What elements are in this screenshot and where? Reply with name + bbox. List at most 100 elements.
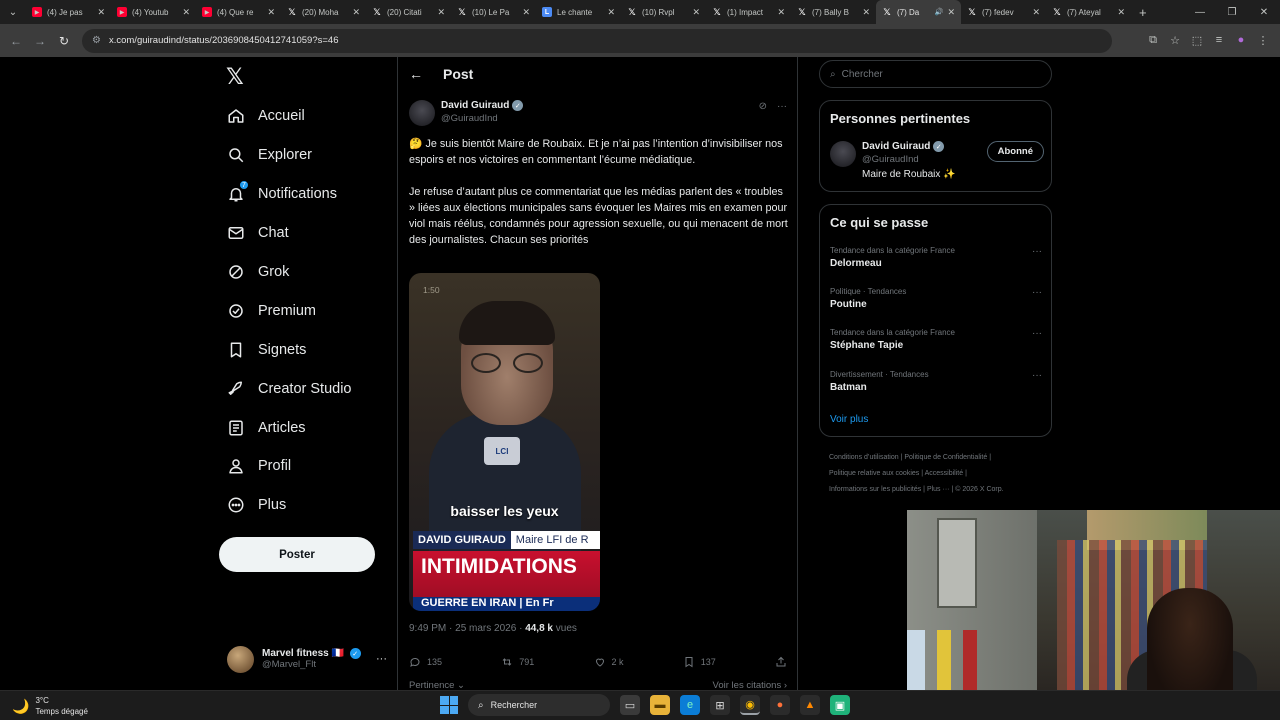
- post-more-icon[interactable]: ···: [777, 101, 787, 126]
- close-tab-icon[interactable]: ✕: [522, 7, 530, 18]
- new-tab-button[interactable]: +: [1139, 5, 1147, 20]
- trend-more-icon[interactable]: ···: [1032, 246, 1042, 257]
- post-time[interactable]: 9:49 PM: [409, 623, 446, 634]
- sidebar-item-accueil[interactable]: Accueil: [226, 97, 352, 136]
- file-explorer-icon[interactable]: ▬: [650, 695, 670, 715]
- close-tab-icon[interactable]: ✕: [777, 7, 785, 18]
- close-tab-icon[interactable]: ✕: [947, 7, 955, 18]
- trend-more-icon[interactable]: ···: [1032, 287, 1042, 298]
- tab-audio-icon[interactable]: 🔊: [935, 8, 944, 16]
- install-app-icon[interactable]: ⧉: [1142, 34, 1164, 47]
- repost-button[interactable]: 791: [501, 656, 534, 668]
- post-button[interactable]: Poster: [219, 537, 375, 572]
- browser-tab[interactable]: 𝕏 (20) Moha ✕: [281, 0, 366, 24]
- trend-more-icon[interactable]: ···: [1032, 328, 1042, 339]
- account-more-icon[interactable]: ···: [376, 653, 387, 665]
- close-tab-icon[interactable]: ✕: [97, 7, 105, 18]
- tab-search-menu-icon[interactable]: ⌄: [0, 0, 26, 24]
- trend-item[interactable]: Tendance dans la catégorie France Stéphan…: [830, 328, 1044, 351]
- firefox-icon[interactable]: ●: [770, 695, 790, 715]
- close-tab-icon[interactable]: ✕: [352, 7, 360, 18]
- like-button[interactable]: 2 k: [594, 656, 624, 668]
- author-avatar[interactable]: [409, 100, 435, 126]
- show-more-link[interactable]: Voir plus: [830, 414, 868, 425]
- trend-item[interactable]: Divertissement · Tendances Batman ···: [830, 370, 1044, 393]
- store-icon[interactable]: ⊞: [710, 695, 730, 715]
- browser-tab[interactable]: 𝕏 (7) Da 🔊 ✕: [876, 0, 961, 24]
- windows-start-icon[interactable]: [440, 696, 458, 714]
- author-handle[interactable]: @GuiraudInd: [441, 113, 523, 124]
- close-tab-icon[interactable]: ✕: [607, 7, 615, 18]
- footer-link[interactable]: Plus ···: [927, 486, 950, 493]
- sidebar-item-profil[interactable]: Profil: [226, 447, 352, 486]
- browser-tab[interactable]: ▶ (4) Que re ✕: [196, 0, 281, 24]
- close-tab-icon[interactable]: ✕: [182, 7, 190, 18]
- browser-tab[interactable]: 𝕏 (7) fedev ✕: [961, 0, 1046, 24]
- edge-icon[interactable]: e: [680, 695, 700, 715]
- browser-tab[interactable]: 𝕏 (20) Citati ✕: [366, 0, 451, 24]
- sidebar-item-chat[interactable]: Chat: [226, 214, 352, 253]
- close-window-icon[interactable]: ✕: [1248, 0, 1280, 24]
- post-date[interactable]: 25 mars 2026: [455, 623, 516, 634]
- sidebar-item-premium[interactable]: Premium: [226, 291, 352, 330]
- site-info-icon[interactable]: ⚙: [92, 35, 101, 46]
- footer-link[interactable]: Politique de Confidentialité: [904, 454, 987, 461]
- sidebar-item-signets[interactable]: Signets: [226, 330, 352, 369]
- bookmark-button[interactable]: 137: [683, 656, 716, 668]
- close-tab-icon[interactable]: ✕: [1117, 7, 1125, 18]
- close-tab-icon[interactable]: ✕: [1032, 7, 1040, 18]
- restore-icon[interactable]: ❐: [1216, 0, 1248, 24]
- app-icon[interactable]: ▣: [830, 695, 850, 715]
- search-input[interactable]: ⌕ Chercher: [819, 60, 1052, 88]
- task-view-icon[interactable]: ▭: [620, 695, 640, 715]
- author-name[interactable]: David Guiraud ✓: [441, 100, 524, 111]
- share-button[interactable]: [775, 656, 787, 668]
- back-arrow-icon[interactable]: ←: [409, 66, 423, 82]
- browser-tab[interactable]: 𝕏 (7) Bally B ✕: [791, 0, 876, 24]
- reload-icon[interactable]: ↻: [52, 34, 76, 48]
- vlc-icon[interactable]: ▲: [800, 695, 820, 715]
- sidebar-item-explorer[interactable]: Explorer: [226, 136, 352, 175]
- browser-tab[interactable]: L Le chante ✕: [536, 0, 621, 24]
- following-button[interactable]: Abonné: [986, 141, 1044, 162]
- minimize-icon[interactable]: —: [1184, 0, 1216, 24]
- sidebar-item-notifications[interactable]: 7 Notifications: [226, 175, 352, 214]
- footer-link[interactable]: Informations sur les publicités: [829, 486, 921, 493]
- weather-widget[interactable]: 🌙 3°C Temps dégagé: [12, 695, 88, 717]
- browser-tab[interactable]: 𝕏 (1) Impact ✕: [706, 0, 791, 24]
- bookmark-star-icon[interactable]: ☆: [1164, 34, 1186, 47]
- browser-tab[interactable]: 𝕏 (10) Le Pa ✕: [451, 0, 536, 24]
- browser-tab[interactable]: ▶ (4) Youtub ✕: [111, 0, 196, 24]
- address-bar[interactable]: ⚙ x.com/guiraudind/status/20369084504127…: [82, 28, 1112, 53]
- close-tab-icon[interactable]: ✕: [267, 7, 275, 18]
- chrome-menu-icon[interactable]: ⋮: [1252, 34, 1274, 47]
- forward-icon[interactable]: →: [28, 34, 52, 48]
- sidebar-item-creator-studio[interactable]: Creator Studio: [226, 369, 352, 408]
- footer-link[interactable]: Politique relative aux cookies: [829, 470, 919, 477]
- trend-item[interactable]: Politique · Tendances Poutine ···: [830, 287, 1044, 310]
- reply-button[interactable]: 135: [409, 656, 442, 668]
- sidebar-item-plus[interactable]: Plus: [226, 486, 352, 525]
- close-tab-icon[interactable]: ✕: [862, 7, 870, 18]
- trend-item[interactable]: Tendance dans la catégorie France Delorme…: [830, 246, 1044, 269]
- x-logo-icon[interactable]: 𝕏: [226, 64, 244, 90]
- relevant-person[interactable]: David Guiraud ✓ @GuiraudInd Maire de Rou…: [830, 141, 1044, 180]
- browser-tab[interactable]: ▶ (4) Je pas ✕: [26, 0, 111, 24]
- profile-icon[interactable]: ●: [1230, 34, 1252, 47]
- sidebar-item-articles[interactable]: Articles: [226, 408, 352, 447]
- media-controls-icon[interactable]: ≡: [1208, 34, 1230, 47]
- footer-link[interactable]: Conditions d’utilisation: [829, 454, 899, 461]
- post-video[interactable]: LCI 1:50 baisser les yeux DAVID GUIRAUD …: [409, 273, 600, 611]
- chrome-icon[interactable]: ◉: [740, 695, 760, 715]
- close-tab-icon[interactable]: ✕: [437, 7, 445, 18]
- close-tab-icon[interactable]: ✕: [692, 7, 700, 18]
- browser-tab[interactable]: 𝕏 (10) Rvpl ✕: [621, 0, 706, 24]
- browser-tab[interactable]: 𝕏 (7) Ateyal ✕: [1046, 0, 1131, 24]
- taskbar-search[interactable]: ⌕ Rechercher: [468, 694, 610, 716]
- sidebar-item-grok[interactable]: Grok: [226, 253, 352, 292]
- grok-icon[interactable]: ⊘: [759, 101, 767, 126]
- trend-more-icon[interactable]: ···: [1032, 370, 1042, 381]
- back-icon[interactable]: ←: [4, 34, 28, 48]
- extensions-icon[interactable]: ⬚: [1186, 34, 1208, 47]
- footer-link[interactable]: Accessibilité: [925, 470, 964, 477]
